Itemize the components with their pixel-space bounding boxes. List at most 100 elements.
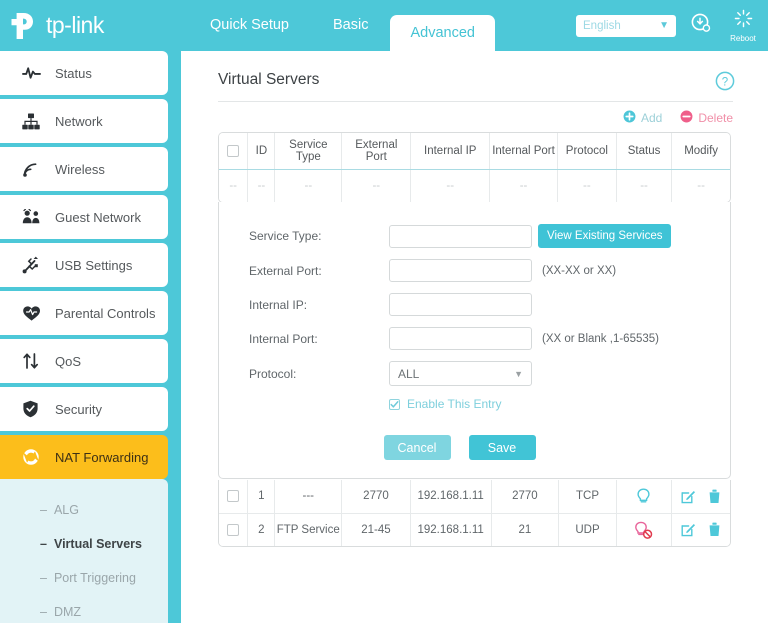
enable-entry-row: Enable This Entry (219, 397, 730, 411)
submenu-item-label: Virtual Servers (53, 537, 142, 551)
table-row[interactable]: 1 --- 2770 192.168.1.11 2770 TCP (219, 480, 730, 514)
firmware-update-button[interactable] (684, 0, 718, 51)
dash-marker: – (40, 537, 47, 551)
row-checkbox[interactable] (227, 523, 240, 536)
submenu-item-port-triggering[interactable]: – Port Triggering (0, 561, 168, 595)
sidebar-item-label: NAT Forwarding (55, 449, 149, 465)
row-protocol: TCP (558, 480, 617, 514)
top-bar: tp-link Quick Setup Basic Advanced Engli… (0, 0, 768, 51)
table-action-bar: Add Delete (181, 110, 733, 126)
row-service-type: --- (274, 480, 343, 514)
table-placeholder-row: -- -- -- -- -- -- -- -- -- (219, 169, 730, 202)
external-port-label: External Port: (249, 263, 322, 278)
submenu-item-alg[interactable]: – ALG (0, 493, 168, 527)
external-port-input[interactable] (389, 259, 532, 282)
page-title: Virtual Servers (218, 71, 320, 88)
sidebar-item-usb-settings[interactable]: USB Settings (0, 243, 168, 287)
tab-advanced[interactable]: Advanced (390, 15, 495, 51)
protocol-label: Protocol: (249, 366, 297, 381)
row-status[interactable] (616, 480, 672, 514)
save-button[interactable]: Save (468, 435, 536, 460)
add-button[interactable]: Add (623, 110, 662, 126)
row-select-cell (219, 480, 249, 514)
sidebar: Status Network Wireless Guest Network US… (0, 51, 181, 623)
header-protocol: Protocol (557, 133, 617, 170)
placeholder-cell: -- (671, 169, 730, 202)
reboot-label: Reboot (730, 33, 756, 43)
internal-ip-input[interactable] (389, 293, 532, 316)
view-existing-services-button[interactable]: View Existing Services (538, 224, 672, 248)
submenu-item-label: Port Triggering (53, 571, 136, 585)
row-modify (671, 480, 730, 514)
header-id: ID (247, 133, 276, 170)
form-row-service-type: Service Type: View Existing Services (219, 224, 730, 248)
delete-icon[interactable] (708, 489, 721, 504)
nat-forwarding-submenu: – ALG – Virtual Servers – Port Triggerin… (0, 479, 168, 623)
dash-marker: – (40, 605, 47, 619)
reboot-button[interactable]: Reboot (726, 0, 760, 51)
cancel-button[interactable]: Cancel (383, 435, 451, 460)
virtual-server-entry-form: Service Type: View Existing Services Ext… (218, 202, 731, 479)
internal-port-hint: (XX or Blank ,1-65535) (542, 332, 659, 345)
select-all-checkbox[interactable] (227, 144, 240, 157)
enable-entry-label: Enable This Entry (407, 397, 502, 411)
enable-entry-checkbox[interactable] (389, 398, 400, 410)
row-external-port: 21-45 (341, 513, 411, 546)
language-selector[interactable]: English ▼ (576, 14, 676, 37)
page-header: Virtual Servers ? (218, 71, 735, 102)
placeholder-cell: -- (410, 169, 491, 202)
lightbulb-on-icon[interactable] (636, 488, 651, 505)
top-right-controls: English ▼ Reboot (576, 0, 768, 51)
chevron-down-icon: ▼ (514, 368, 523, 379)
protocol-select[interactable]: ALL ▼ (389, 361, 532, 386)
header-modify: Modify (671, 133, 730, 170)
sidebar-item-label: Status (55, 65, 92, 81)
tab-basic[interactable]: Basic (311, 0, 390, 51)
brand-name: tp-link (46, 12, 104, 38)
internal-ip-label: Internal IP: (249, 297, 308, 312)
sidebar-item-label: Network (55, 113, 103, 129)
row-checkbox[interactable] (227, 490, 240, 503)
submenu-item-dmz[interactable]: – DMZ (0, 595, 168, 623)
sidebar-item-nat-forwarding[interactable]: NAT Forwarding (0, 435, 168, 479)
sidebar-item-guest-network[interactable]: Guest Network (0, 195, 168, 239)
lightbulb-off-icon[interactable] (634, 521, 653, 539)
placeholder-cell: -- (247, 169, 276, 202)
placeholder-cell: -- (489, 169, 558, 202)
row-protocol: UDP (558, 513, 617, 546)
sidebar-item-status[interactable]: Status (0, 51, 168, 95)
tab-quick-setup[interactable]: Quick Setup (188, 0, 311, 51)
sidebar-item-wireless[interactable]: Wireless (0, 147, 168, 191)
row-modify (671, 513, 730, 546)
edit-icon[interactable] (681, 522, 696, 537)
network-tree-icon (22, 113, 48, 130)
sidebar-item-network[interactable]: Network (0, 99, 168, 143)
row-internal-ip: 192.168.1.11 (410, 480, 492, 514)
header-internal-ip: Internal IP (410, 133, 491, 170)
delete-icon[interactable] (708, 522, 721, 537)
virtual-servers-table-header: ID Service Type External Port Internal I… (218, 132, 731, 203)
sidebar-item-qos[interactable]: QoS (0, 339, 168, 383)
header-external-port: External Port (341, 133, 412, 170)
brand-logo[interactable]: tp-link (0, 0, 180, 51)
edit-icon[interactable] (681, 489, 696, 504)
main-nav-tabs: Quick Setup Basic Advanced (188, 0, 495, 51)
chevron-down-icon: ▼ (659, 20, 669, 31)
row-external-port: 2770 (341, 480, 411, 514)
sidebar-item-parental-controls[interactable]: Parental Controls (0, 291, 168, 335)
submenu-item-virtual-servers[interactable]: – Virtual Servers (0, 527, 168, 561)
help-icon[interactable]: ? (715, 71, 735, 96)
form-row-protocol: Protocol: ALL ▼ (219, 361, 730, 386)
sidebar-item-security[interactable]: Security (0, 387, 168, 431)
sidebar-item-label: USB Settings (55, 257, 133, 273)
internal-port-input[interactable] (389, 327, 532, 350)
service-type-input[interactable] (389, 224, 532, 248)
sidebar-item-label: QoS (55, 353, 82, 369)
row-status[interactable] (616, 513, 672, 546)
usb-icon (22, 256, 48, 274)
add-label: Add (640, 111, 663, 125)
internal-port-label: Internal Port: (249, 331, 318, 346)
table-row[interactable]: 2 FTP Service 21-45 192.168.1.11 21 UDP (219, 513, 730, 546)
sidebar-item-label: Wireless (55, 161, 105, 177)
delete-button[interactable]: Delete (680, 110, 733, 126)
